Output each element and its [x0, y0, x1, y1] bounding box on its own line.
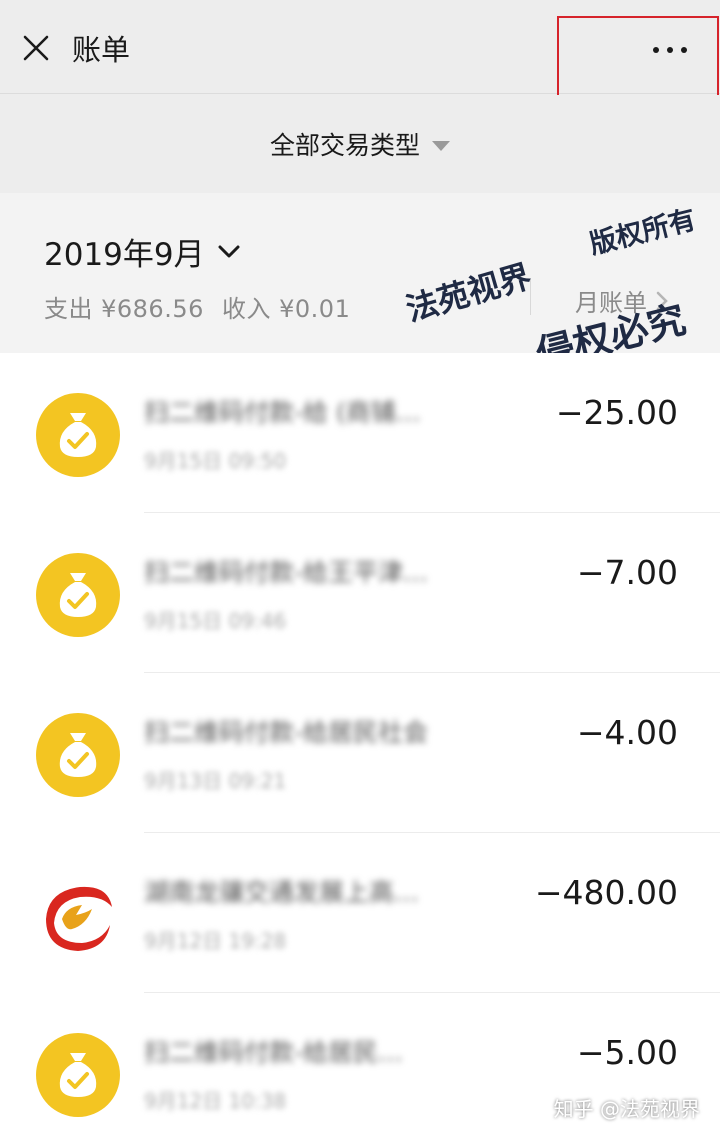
more-icon-dot	[667, 47, 673, 53]
transaction-amount: −4.00	[576, 713, 678, 752]
close-icon	[23, 35, 49, 61]
monthly-bill-link[interactable]: 月账单	[575, 283, 669, 318]
expense-income-summary: 支出 ¥686.56 收入 ¥0.01	[44, 289, 360, 324]
transaction-time: 9月15日 09:50	[144, 449, 287, 473]
more-options-button[interactable]	[636, 28, 704, 72]
transaction-list: 扫二维码付款-给 (商铺… 9月15日 09:50 −25.00 扫二维码付款-…	[0, 353, 720, 1136]
transaction-time: 9月15日 09:46	[144, 609, 287, 633]
expense-total: 支出 ¥686.56	[44, 295, 204, 323]
more-icon-dot	[681, 47, 687, 53]
transaction-name: 扫二维码付款-给王平津…	[144, 558, 429, 587]
money-bag-icon	[36, 1033, 120, 1117]
transaction-amount: −7.00	[576, 553, 678, 592]
filter-bar: 全部交易类型	[0, 95, 720, 193]
chevron-right-icon	[656, 291, 668, 310]
caret-down-icon	[432, 141, 450, 151]
month-label: 2019年9月	[44, 237, 205, 273]
merchant-logo-icon	[36, 873, 120, 957]
more-icon	[653, 47, 659, 53]
money-bag-icon	[36, 713, 120, 797]
transaction-time: 9月12日 19:28	[144, 929, 287, 953]
transaction-name: 扫二维码付款-给居民…	[144, 1038, 404, 1067]
money-bag-icon	[36, 553, 120, 637]
month-picker[interactable]: 2019年9月	[44, 229, 241, 274]
chevron-down-icon	[218, 245, 240, 257]
transaction-row[interactable]: 扫二维码付款-给居民社会 9月13日 09:21 −4.00	[0, 673, 720, 833]
money-bag-icon	[36, 393, 120, 477]
transaction-name: 扫二维码付款-给居民社会	[144, 718, 429, 747]
top-bar: 账单	[0, 0, 720, 94]
filter-label: 全部交易类型	[269, 131, 420, 160]
monthly-bill-label: 月账单	[575, 289, 647, 317]
month-summary: 2019年9月 支出 ¥686.56 收入 ¥0.01 月账单	[0, 193, 720, 353]
transaction-type-filter[interactable]: 全部交易类型	[270, 126, 450, 162]
transaction-time: 9月13日 09:21	[144, 769, 287, 793]
transaction-name: 扫二维码付款-给 (商铺…	[144, 398, 421, 427]
transaction-row[interactable]: 扫二维码付款-给 (商铺… 9月15日 09:50 −25.00	[0, 353, 720, 513]
income-total: 收入 ¥0.01	[222, 295, 351, 323]
transaction-amount: −5.00	[576, 1033, 678, 1072]
page-title: 账单	[72, 33, 131, 67]
source-credit: 知乎 @法苑视界	[553, 1097, 700, 1121]
close-button[interactable]	[18, 30, 54, 66]
divider	[530, 279, 531, 315]
transaction-amount: −480.00	[534, 873, 678, 912]
transaction-name: 湖南龙骧交通发展上高…	[144, 878, 420, 907]
transaction-row[interactable]: 扫二维码付款-给王平津… 9月15日 09:46 −7.00	[0, 513, 720, 673]
transaction-amount: −25.00	[555, 393, 678, 432]
transaction-row[interactable]: 湖南龙骧交通发展上高… 9月12日 19:28 −480.00	[0, 833, 720, 993]
transaction-time: 9月12日 10:38	[144, 1089, 287, 1113]
